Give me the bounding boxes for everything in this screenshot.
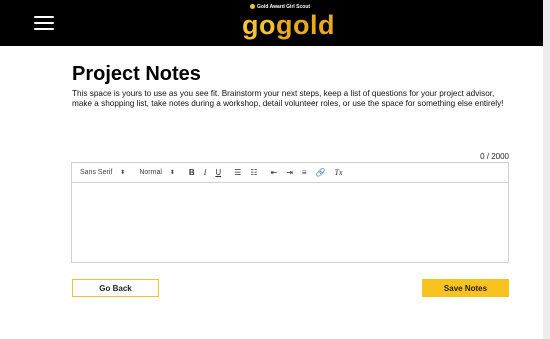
go-back-button[interactable]: Go Back (72, 279, 159, 297)
page-description: This space is yours to use as you see fi… (72, 89, 504, 108)
notes-text-area[interactable] (72, 183, 508, 263)
clear-format-icon[interactable]: Tx (335, 168, 343, 177)
gogold-logo[interactable]: Gold Award Girl Scout gogold (242, 4, 338, 44)
bold-button[interactable]: B (189, 168, 195, 177)
font-family-select[interactable]: Sans Serif ⬍ (80, 169, 125, 176)
hamburger-menu-icon[interactable] (34, 16, 54, 31)
bullet-list-icon[interactable]: ☷ (250, 168, 257, 177)
ordered-list-icon[interactable]: ☰ (234, 168, 241, 177)
link-icon[interactable]: 🔗 (316, 168, 326, 177)
select-caret-icon: ⬍ (169, 170, 175, 176)
editor-toolbar: Sans Serif ⬍ Normal ⬍ B I U ☰ ☷ ⇤ ⇥ ≡ 🔗 Tx (72, 163, 508, 183)
page-title: Project Notes (72, 63, 201, 85)
character-counter: 0 / 2000 (480, 152, 509, 161)
indent-icon[interactable]: ⇥ (286, 168, 293, 177)
align-icon[interactable]: ≡ (302, 168, 307, 177)
select-caret-icon: ⬍ (120, 170, 126, 176)
scrollbar[interactable] (543, 0, 550, 339)
underline-button[interactable]: U (215, 168, 221, 177)
italic-button[interactable]: I (204, 168, 207, 177)
page: Gold Award Girl Scout gogold Project Not… (0, 0, 543, 339)
save-notes-button[interactable]: Save Notes (422, 279, 509, 297)
font-size-select[interactable]: Normal ⬍ (139, 169, 175, 176)
outdent-icon[interactable]: ⇤ (271, 168, 278, 177)
logo-wordmark: gogold (242, 10, 335, 40)
top-bar: Gold Award Girl Scout gogold (0, 0, 543, 46)
notes-editor: Sans Serif ⬍ Normal ⬍ B I U ☰ ☷ ⇤ ⇥ ≡ 🔗 Tx (71, 162, 509, 263)
